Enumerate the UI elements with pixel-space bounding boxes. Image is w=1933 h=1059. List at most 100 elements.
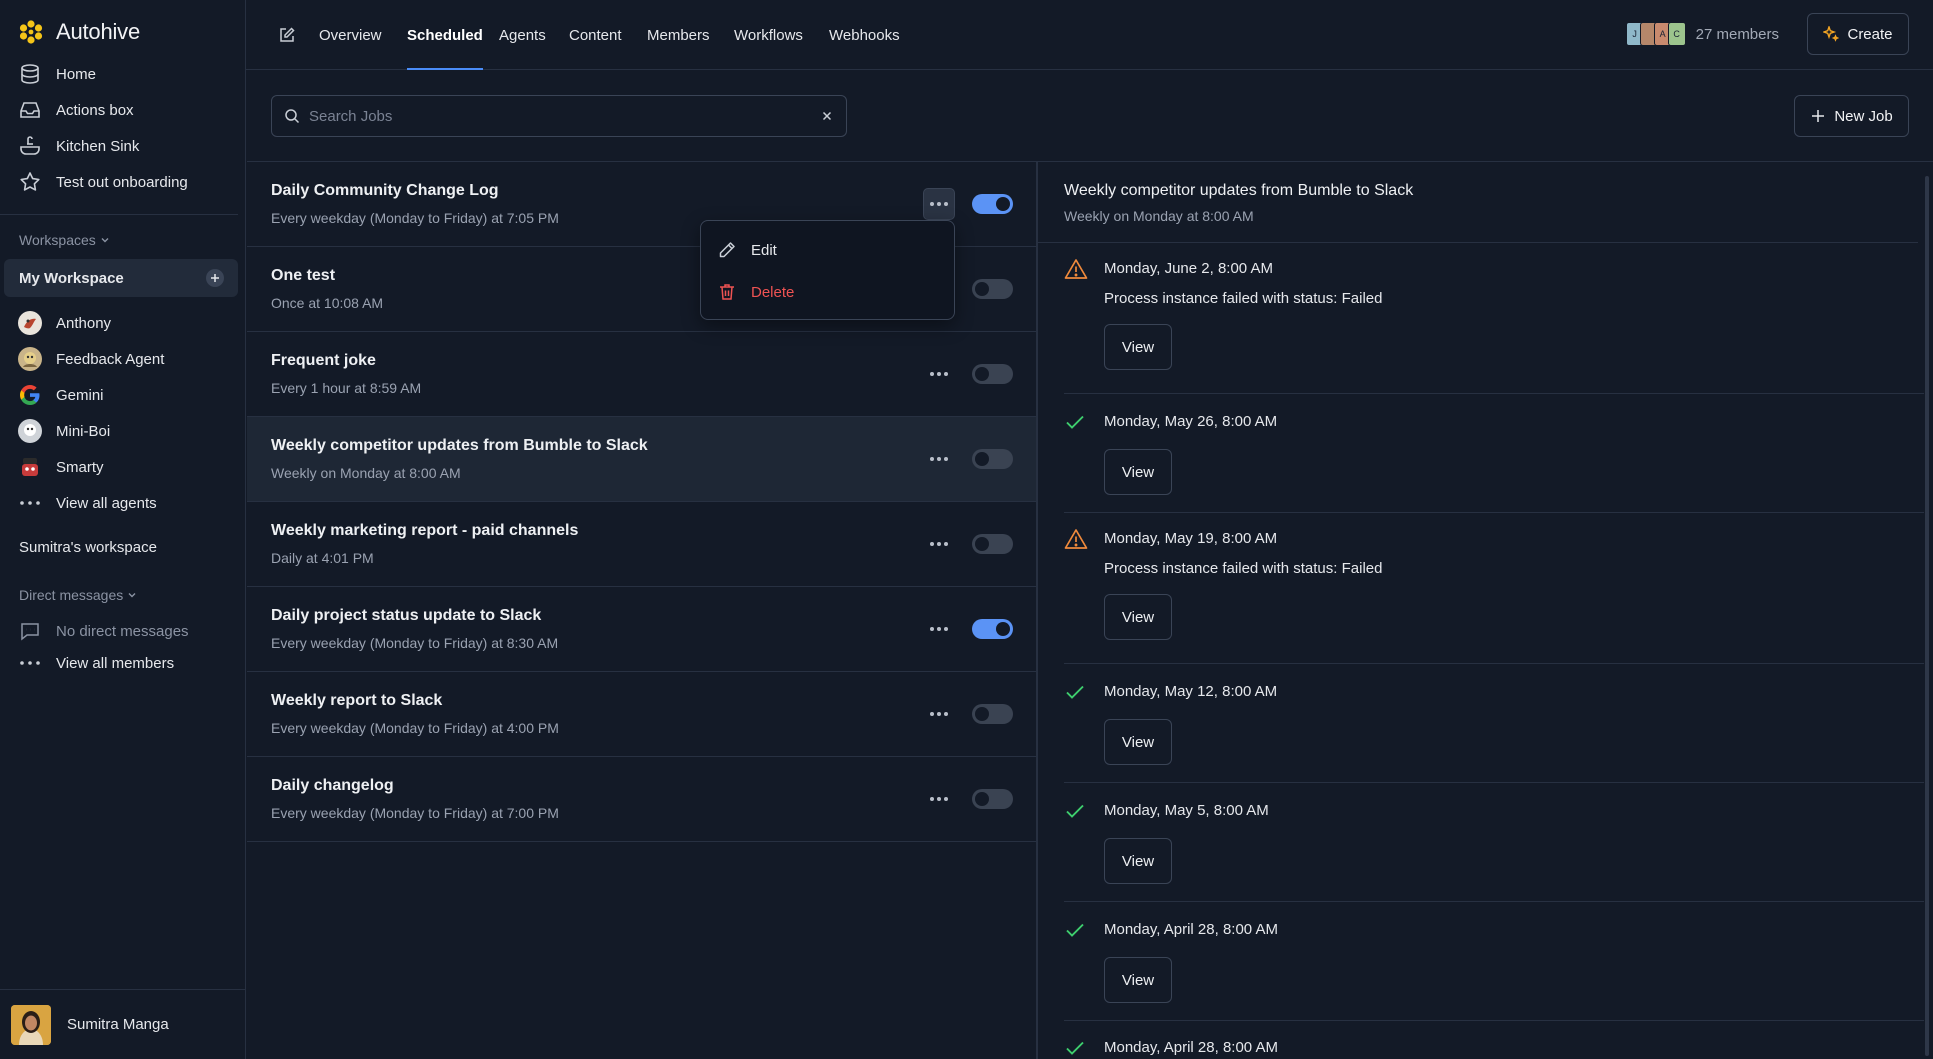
workspaces-label: Workspaces <box>19 232 96 248</box>
job-title: One test <box>271 267 336 284</box>
job-more-options-button[interactable] <box>923 358 955 390</box>
sidebar-item-kitchen-sink[interactable]: Kitchen Sink <box>18 132 139 160</box>
view-run-button[interactable]: View <box>1104 594 1172 640</box>
sidebar-agent-anthony[interactable]: Anthony <box>18 309 111 337</box>
job-enabled-toggle[interactable] <box>972 449 1013 469</box>
job-title: Weekly competitor updates from Bumble to… <box>271 437 648 454</box>
sidebar-item-home[interactable]: Home <box>18 60 96 88</box>
job-more-options-button[interactable] <box>923 528 955 560</box>
job-enabled-toggle[interactable] <box>972 619 1013 639</box>
job-more-options-button[interactable] <box>923 783 955 815</box>
job-more-options-button[interactable] <box>923 698 955 730</box>
create-label: Create <box>1847 25 1893 43</box>
google-icon <box>18 383 42 407</box>
clear-search-icon[interactable] <box>820 109 834 123</box>
view-run-button[interactable]: View <box>1104 719 1172 765</box>
job-more-options-button[interactable] <box>923 188 955 220</box>
workspaces-section-toggle[interactable]: Workspaces <box>19 232 110 248</box>
scrollbar[interactable] <box>1925 176 1929 1056</box>
new-job-button[interactable]: New Job <box>1794 95 1909 137</box>
job-schedule: Daily at 4:01 PM <box>271 550 374 566</box>
job-row[interactable]: Frequent joke Every 1 hour at 8:59 AM <box>247 332 1036 417</box>
view-all-members-link[interactable]: View all members <box>18 649 174 677</box>
tab-workflows[interactable]: Workflows <box>734 0 803 70</box>
job-enabled-toggle[interactable] <box>972 534 1013 554</box>
run-date: Monday, May 12, 8:00 AM <box>1104 683 1278 700</box>
sidebar-item-actions-box[interactable]: Actions box <box>18 96 134 124</box>
job-enabled-toggle[interactable] <box>972 704 1013 724</box>
check-icon <box>1064 800 1086 822</box>
direct-messages-label: Direct messages <box>19 587 124 603</box>
tab-scheduled[interactable]: Scheduled <box>407 0 483 70</box>
job-title: Weekly marketing report - paid channels <box>271 522 579 539</box>
sidebar-agent-gemini[interactable]: Gemini <box>18 381 104 409</box>
create-button[interactable]: Create <box>1807 13 1909 55</box>
job-schedule: Every weekday (Monday to Friday) at 8:30… <box>271 635 559 651</box>
job-row[interactable]: Weekly report to Slack Every weekday (Mo… <box>247 672 1036 757</box>
view-all-agents-link[interactable]: View all agents <box>18 489 157 517</box>
sidebar-item-label: Actions box <box>56 101 134 119</box>
job-more-options-button[interactable] <box>923 443 955 475</box>
tab-members[interactable]: Members <box>647 0 710 70</box>
sidebar-item-label: Kitchen Sink <box>56 137 140 155</box>
job-row[interactable]: Weekly competitor updates from Bumble to… <box>247 417 1036 502</box>
job-enabled-toggle[interactable] <box>972 194 1013 214</box>
tab-overview[interactable]: Overview <box>319 0 382 70</box>
brand[interactable]: Autohive <box>18 18 140 46</box>
no-direct-messages: No direct messages <box>18 617 189 645</box>
search-input[interactable] <box>309 107 809 125</box>
warning-icon <box>1064 528 1088 550</box>
divider <box>1064 512 1924 513</box>
divider <box>1064 1020 1924 1021</box>
sidebar-item-test-out-onboarding[interactable]: Test out onboarding <box>18 168 188 196</box>
tab-agents[interactable]: Agents <box>499 0 546 70</box>
delete-menu-item[interactable]: Delete <box>717 279 794 305</box>
workspace-name: My Workspace <box>19 269 124 287</box>
view-run-button[interactable]: View <box>1104 838 1172 884</box>
chevron-down-icon <box>127 590 137 600</box>
edit-menu-item[interactable]: Edit <box>717 237 777 263</box>
run-date: Monday, April 28, 8:00 AM <box>1104 1039 1278 1056</box>
sidebar-agent-feedback-agent[interactable]: Feedback Agent <box>18 345 164 373</box>
members-summary[interactable]: J A C 27 members <box>1625 22 1779 46</box>
search-jobs-field[interactable] <box>271 95 847 137</box>
edit-icon[interactable] <box>278 26 296 44</box>
view-run-button[interactable]: View <box>1104 324 1172 370</box>
job-schedule: Every weekday (Monday to Friday) at 7:00… <box>271 805 559 821</box>
job-title: Daily project status update to Slack <box>271 607 542 624</box>
job-row[interactable]: Daily changelog Every weekday (Monday to… <box>247 757 1036 842</box>
job-enabled-toggle[interactable] <box>972 364 1013 384</box>
job-schedule: Every 1 hour at 8:59 AM <box>271 380 422 396</box>
divider <box>1064 782 1924 783</box>
agent-avatar <box>18 455 42 479</box>
view-run-button[interactable]: View <box>1104 449 1172 495</box>
sidebar-workspace-sumitra[interactable]: Sumitra's workspace <box>19 533 157 561</box>
workspace-my-workspace[interactable]: My Workspace <box>4 259 238 297</box>
job-title: Daily Community Change Log <box>271 182 499 199</box>
divider <box>1064 901 1924 902</box>
check-icon <box>1064 411 1086 433</box>
job-row[interactable]: Weekly marketing report - paid channels … <box>247 502 1036 587</box>
job-more-options-button[interactable] <box>923 613 955 645</box>
sidebar-item-label: View all agents <box>56 494 157 512</box>
app-name: Autohive <box>56 19 141 44</box>
sidebar-divider <box>0 214 238 215</box>
direct-messages-section-toggle[interactable]: Direct messages <box>19 587 137 603</box>
tab-content[interactable]: Content <box>569 0 622 70</box>
job-enabled-toggle[interactable] <box>972 279 1013 299</box>
search-icon <box>284 108 300 124</box>
job-schedule: Every weekday (Monday to Friday) at 7:05… <box>271 210 559 226</box>
add-to-workspace-button[interactable] <box>206 269 224 287</box>
divider <box>1038 242 1918 243</box>
job-enabled-toggle[interactable] <box>972 789 1013 809</box>
sidebar-agent-mini-boi[interactable]: Mini-Boi <box>18 417 110 445</box>
divider <box>1064 663 1924 664</box>
tab-webhooks[interactable]: Webhooks <box>829 0 900 70</box>
view-run-button[interactable]: View <box>1104 957 1172 1003</box>
sidebar-agent-smarty[interactable]: Smarty <box>18 453 104 481</box>
sidebar-item-label: View all members <box>56 654 175 672</box>
user-profile[interactable]: Sumitra Manga <box>0 989 246 1059</box>
job-row[interactable]: Daily project status update to Slack Eve… <box>247 587 1036 672</box>
database-icon <box>18 62 42 86</box>
sidebar: Autohive Home Actions box Kitchen Sink T… <box>0 0 246 1059</box>
